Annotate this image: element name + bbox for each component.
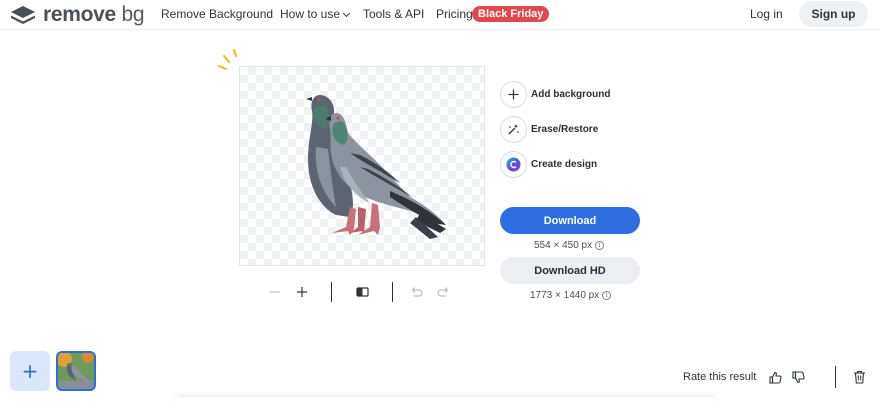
thumbs-down-icon bbox=[791, 370, 805, 383]
compare-icon bbox=[355, 287, 369, 297]
footer-divider bbox=[835, 366, 836, 388]
add-background-button[interactable] bbox=[500, 80, 527, 108]
redo-icon bbox=[436, 287, 448, 297]
nav-pricing[interactable]: Pricing bbox=[436, 7, 473, 21]
trash-icon bbox=[853, 370, 865, 384]
result-image-preview[interactable] bbox=[239, 66, 485, 266]
undo-button[interactable] bbox=[406, 283, 426, 301]
erase-restore-button[interactable] bbox=[500, 115, 527, 143]
delete-button[interactable] bbox=[851, 369, 867, 385]
zoom-out-icon bbox=[270, 291, 280, 293]
redo-button[interactable] bbox=[433, 283, 453, 301]
compare-button[interactable] bbox=[352, 283, 372, 301]
download-hd-size-info: 1773 × 1440 px i bbox=[530, 290, 612, 301]
chevron-down-icon bbox=[342, 9, 351, 18]
brand-name-main: remove bbox=[43, 3, 116, 26]
download-size-info: 554 × 450 px i bbox=[534, 240, 605, 251]
toolbar-divider bbox=[392, 282, 393, 302]
pigeons-image bbox=[306, 95, 446, 239]
nav-remove-background[interactable]: Remove Background bbox=[161, 7, 273, 21]
create-design-action[interactable]: Create design bbox=[500, 150, 597, 178]
thumbs-down-button[interactable] bbox=[790, 369, 806, 385]
create-design-label: Create design bbox=[531, 158, 598, 170]
undo-icon bbox=[411, 287, 423, 297]
brand-logo[interactable]: remove bg bbox=[10, 3, 145, 27]
brand-name-suffix: bg bbox=[121, 3, 145, 26]
top-navigation-bar: remove bg Remove Background How to use T… bbox=[0, 0, 880, 30]
erase-restore-label: Erase/Restore bbox=[531, 123, 599, 135]
canva-icon bbox=[506, 157, 521, 171]
add-background-label: Add background bbox=[531, 88, 611, 100]
nav-tools-api[interactable]: Tools & API bbox=[363, 7, 424, 21]
download-button[interactable]: Download bbox=[500, 207, 640, 234]
signup-button[interactable]: Sign up bbox=[799, 1, 868, 27]
login-link[interactable]: Log in bbox=[750, 7, 783, 21]
download-hd-button[interactable]: Download HD bbox=[500, 257, 640, 284]
create-design-button[interactable] bbox=[500, 150, 527, 178]
thumbs-up-icon bbox=[768, 371, 782, 384]
magic-wand-icon bbox=[508, 123, 519, 134]
toolbar-divider bbox=[331, 282, 332, 302]
black-friday-badge[interactable]: Black Friday bbox=[472, 6, 550, 22]
plus-icon bbox=[508, 89, 519, 99]
erase-restore-action[interactable]: Erase/Restore bbox=[500, 115, 598, 143]
bottom-panel-edge bbox=[175, 397, 715, 403]
download-size-text: 554 × 450 px bbox=[534, 240, 593, 251]
image-thumbnail[interactable] bbox=[56, 351, 96, 391]
nav-how-to-use[interactable]: How to use bbox=[280, 7, 351, 21]
zoom-out-button[interactable] bbox=[265, 283, 285, 301]
rate-result-label: Rate this result bbox=[683, 371, 757, 383]
zoom-in-icon bbox=[297, 287, 307, 297]
thumbs-up-button[interactable] bbox=[767, 369, 783, 385]
layers-logo-icon bbox=[11, 6, 35, 24]
brand-name: remove bg bbox=[43, 3, 145, 27]
add-background-action[interactable]: Add background bbox=[500, 80, 610, 108]
nav-how-to-use-label: How to use bbox=[280, 7, 341, 21]
add-image-button[interactable]: + bbox=[10, 351, 50, 391]
download-hd-size-text: 1773 × 1440 px bbox=[530, 290, 600, 301]
zoom-in-button[interactable] bbox=[292, 283, 312, 301]
info-icon[interactable]: i bbox=[595, 241, 605, 250]
info-icon[interactable]: i bbox=[602, 291, 612, 300]
pigeons-thumbnail-image bbox=[58, 353, 94, 389]
